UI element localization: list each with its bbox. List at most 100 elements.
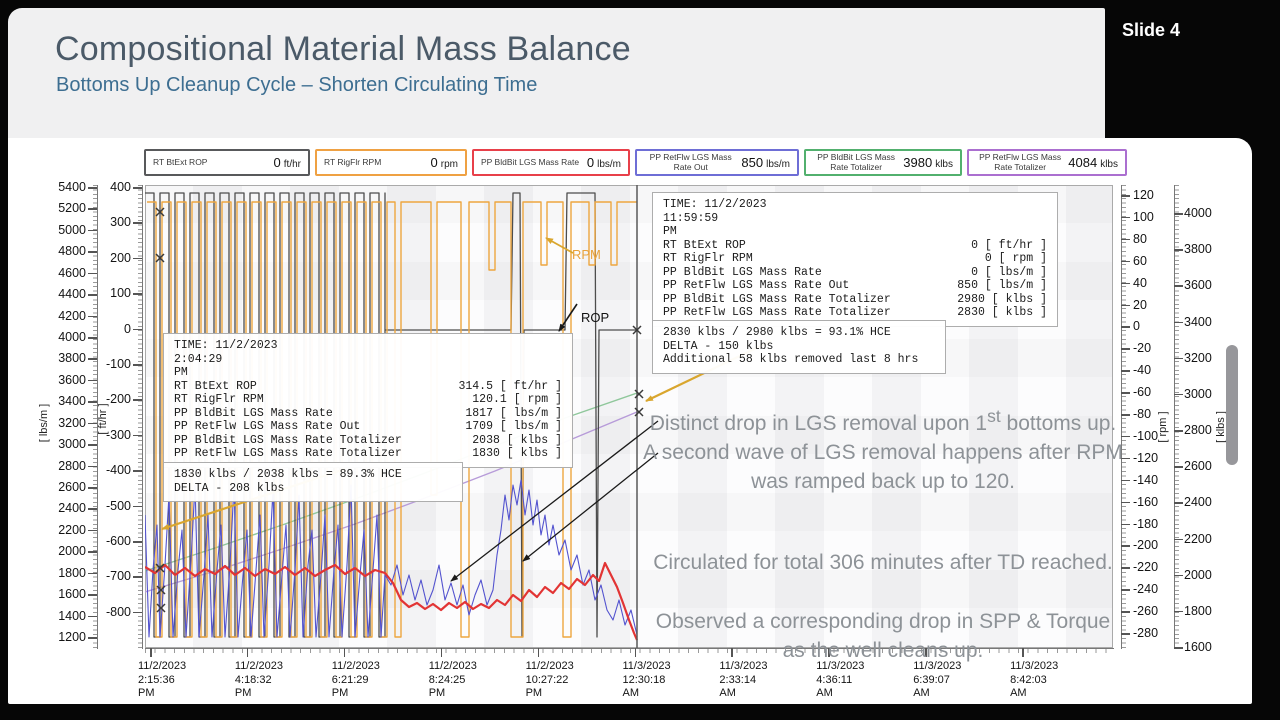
legend-item[interactable]: RT RigFlr RPM 0 rpm — [315, 149, 467, 176]
axis-tick-label: 4600 — [58, 265, 86, 280]
legend-item[interactable]: PP BldBit LGS Mass Rate 0 lbs/m — [472, 149, 630, 176]
axis-tick-label: 5000 — [58, 222, 86, 237]
axis-tick-label: 4000 — [1184, 206, 1212, 220]
axis-tick-label: 100 — [1133, 209, 1154, 224]
axis-major-tick — [1121, 238, 1130, 241]
x-axis-tick-label-line: 11/2/2023 — [138, 660, 187, 672]
axis-unit-fthr: [ ft/hr ] — [97, 403, 109, 435]
tooltip-field: RT RigFlr RPM — [663, 252, 753, 265]
axis-major-tick — [1174, 574, 1183, 577]
tooltip-value: 1830 [ klbs ] — [472, 447, 562, 460]
axis-tick-label: 1200 — [58, 630, 86, 645]
axis-tick-label: -120 — [1133, 450, 1159, 465]
axis-tick-label: 1400 — [58, 608, 86, 623]
hce-summary-line: DELTA - 208 klbs — [174, 481, 285, 495]
hce-summary-line: 2830 klbs / 2980 klbs = 93.1% HCE — [663, 326, 891, 339]
tooltip-header-line: PM — [174, 366, 188, 379]
rop-series-label: ROP — [581, 310, 610, 325]
x-axis-tick-label-line: 11/2/2023 — [525, 660, 574, 672]
tooltip-field: RT BtExt ROP — [174, 379, 257, 393]
axis-tick-label: 3600 — [1184, 278, 1212, 293]
axis-major-tick — [133, 364, 142, 366]
tooltip-field: PP RetFlw LGS Mass Rate Out — [663, 279, 850, 292]
axis-major-tick — [88, 594, 97, 596]
axis-tick-label: -160 — [1133, 494, 1159, 509]
scrollbar-thumb[interactable] — [1226, 345, 1238, 465]
axis-major-tick — [88, 444, 97, 446]
x-axis-tick-label-line: AM — [622, 687, 640, 699]
axis-major-tick — [1174, 430, 1183, 432]
x-axis-tick-label-line: 11/2/2023 — [234, 660, 284, 672]
hce-summary-line: DELTA - 150 klbs — [663, 339, 774, 353]
legend-item-value: 0 lbs/m — [586, 155, 621, 170]
rpm-pointer — [545, 237, 574, 254]
legend-item[interactable]: RT BtExt ROP 0 ft/hr — [144, 149, 310, 176]
x-axis-tick-label: 11/2/2023 6:21:29 PM — [332, 660, 412, 701]
x-axis-tick-label-line: PM — [138, 687, 155, 699]
tooltip-field: PP RetFlw LGS Mass Rate Totalizer — [663, 306, 891, 319]
legend-item[interactable]: PP RetFlw LGS Mass Rate Totalizer 4084 klb… — [967, 149, 1127, 176]
axis-tick-label: 0 — [1133, 319, 1140, 334]
note-circulated: Circulated for total 306 minutes after T… — [653, 551, 1113, 574]
axis-major-tick — [1121, 304, 1130, 307]
tooltip-field: PP BldBit LGS Mass Rate — [663, 265, 822, 279]
axis-tick-label: -80 — [1133, 407, 1152, 421]
tooltip-readout-1: TIME: 11/2/2023 2:04:29 PM RT BtExt ROP 314.… — [163, 333, 573, 468]
legend-item-unit: lbs/m — [766, 159, 790, 170]
tooltip-value: 1817 [ lbs/m ] — [465, 406, 562, 420]
hce-summary-1: 1830 klbs / 2038 klbs = 89.3% HCE DELTA -… — [163, 462, 463, 502]
axis-major-tick — [133, 293, 142, 295]
axis-tick-label: 2200 — [1184, 531, 1212, 546]
x-axis-major-tick — [343, 648, 346, 657]
x-axis-tick-label-line: AM — [719, 687, 736, 699]
tooltip-field: RT BtExt ROP — [663, 238, 746, 252]
legend-item-unit: klbs — [935, 159, 953, 170]
axis-major-tick — [1121, 348, 1130, 350]
axis-tick-label: 300 — [110, 215, 131, 230]
axis-major-tick — [88, 379, 97, 382]
legend-item[interactable]: PP RetFlw LGS Mass Rate Out 850 lbs/m — [635, 149, 799, 176]
note-lgs-drop: Distinct drop in LGS removal upon 1st bo… — [642, 402, 1124, 496]
tooltip-field: PP BldBit LGS Mass Rate Totalizer — [174, 433, 402, 447]
tooltip-row: RT BtExt ROP 314.5 [ ft/hr ] — [174, 380, 562, 394]
axis-tick-label: 2000 — [1184, 567, 1212, 582]
tooltip-value: 2830 [ klbs ] — [957, 306, 1047, 319]
x-axis-tick-label: 11/3/2023 8:42:03 AM — [1010, 660, 1090, 701]
axis-tick-label: 2600 — [58, 480, 86, 495]
tooltip-row: PP BldBit LGS Mass Rate Totalizer 2980 [ … — [663, 293, 1047, 307]
axis-major-tick — [133, 257, 142, 260]
page-title: Compositional Material Mass Balance — [55, 30, 631, 68]
x-axis-major-tick — [537, 648, 540, 657]
axis-major-tick — [88, 229, 97, 232]
x-axis-tick-label-line: PM — [234, 687, 252, 699]
legend-item-label: PP BldBit LGS Mass Rate Totalizer — [817, 151, 896, 172]
axis-tick-label: -400 — [105, 463, 131, 478]
x-axis-tick-label: 11/2/2023 2:15:36 PM — [138, 660, 218, 701]
tooltip-value: 120.1 [ rpm ] — [472, 393, 562, 406]
axis-major-tick — [133, 576, 142, 578]
axis-tick-label: 20 — [1133, 297, 1147, 312]
axis-tick-label: 400 — [110, 180, 131, 194]
x-axis-tick-label-line: 11/2/2023 — [331, 660, 380, 672]
legend-item[interactable]: PP BldBit LGS Mass Rate Totalizer 3980 klb… — [804, 149, 962, 176]
x-axis-tick-label-line: 8:42:03 — [1010, 673, 1047, 686]
axis-tick-label: -220 — [1133, 560, 1159, 575]
axis-major-tick — [88, 337, 97, 339]
legend-item-label: PP RetFlw LGS Mass Rate Out — [649, 151, 732, 172]
axis-major-tick — [133, 434, 142, 437]
axis-major-tick — [1121, 589, 1130, 591]
axis-tick-label: 5200 — [58, 201, 86, 216]
x-axis-tick-label-line: 10:27:22 — [525, 673, 569, 686]
x-axis-tick-label: 11/3/2023 2:33:14 AM — [719, 660, 799, 701]
tooltip-row: PP BldBit LGS Mass Rate Totalizer 2038 [ … — [174, 434, 562, 448]
axis-major-tick — [1174, 538, 1183, 541]
axis-major-tick — [88, 551, 97, 553]
axis-tick-label: 2800 — [58, 458, 86, 473]
axis-major-tick — [88, 529, 97, 532]
slide-number: Slide 4 — [1121, 20, 1181, 40]
axis-tick-label: 4400 — [58, 287, 86, 302]
x-axis-tick-label: 11/2/2023 10:27:22 PM — [526, 660, 606, 701]
axis-line-fthr — [134, 185, 143, 649]
note-spp-torque: Observed a corresponding drop in SPP & T… — [655, 610, 1111, 662]
axis-tick-label: 4800 — [58, 244, 86, 259]
